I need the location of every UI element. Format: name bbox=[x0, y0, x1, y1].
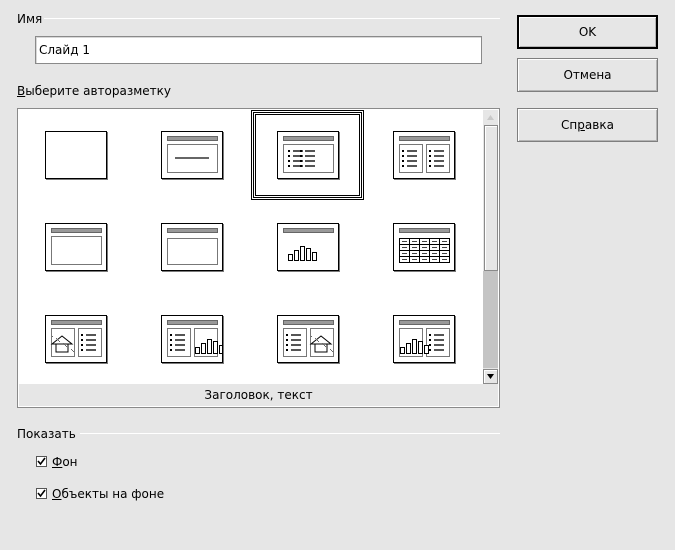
layout-tile[interactable] bbox=[161, 131, 223, 179]
layout-tile[interactable] bbox=[393, 315, 455, 363]
layout-label-accel: В bbox=[17, 84, 26, 98]
title-clipart-text-layout-icon bbox=[50, 320, 102, 357]
objects-label-text: бъекты на фоне bbox=[61, 487, 165, 501]
help-accel: р bbox=[577, 118, 585, 132]
layout-label-text: ыберите авторазметку bbox=[25, 84, 171, 98]
title-layout-icon bbox=[167, 136, 218, 173]
layout-tile[interactable] bbox=[45, 315, 107, 363]
background-objects-checkbox[interactable] bbox=[36, 488, 47, 499]
layout-tile[interactable] bbox=[161, 315, 224, 363]
layout-scrollbar[interactable] bbox=[483, 110, 498, 384]
show-group-separator bbox=[80, 433, 500, 434]
background-accel: Ф bbox=[52, 455, 63, 469]
scroll-up-button[interactable] bbox=[483, 110, 498, 125]
background-checkbox-label[interactable]: Фон bbox=[52, 455, 78, 469]
layout-group-label: Выберите авторазметку bbox=[17, 84, 171, 98]
title-2-content-layout-icon bbox=[399, 136, 450, 173]
layout-tile[interactable] bbox=[161, 223, 223, 271]
title-only-layout-icon bbox=[51, 228, 102, 265]
blank-layout-icon bbox=[46, 132, 106, 178]
help-label-pre: Сп bbox=[561, 118, 578, 132]
arrow-up-icon bbox=[487, 115, 494, 120]
name-group-separator bbox=[44, 18, 500, 19]
layout-grid bbox=[18, 109, 484, 385]
layout-tile[interactable] bbox=[277, 315, 339, 363]
scroll-track[interactable] bbox=[483, 271, 498, 368]
title-text-chart-layout-icon bbox=[167, 320, 224, 357]
layout-tile[interactable] bbox=[45, 131, 107, 179]
title-content-layout-icon bbox=[283, 136, 334, 173]
ok-button[interactable]: OK bbox=[517, 15, 658, 49]
help-label-post: авка bbox=[584, 118, 614, 132]
checkmark-icon bbox=[37, 489, 46, 498]
layout-tile[interactable] bbox=[393, 223, 455, 271]
name-group-label: Имя bbox=[17, 12, 43, 26]
slide-name-input[interactable]: Слайд 1 bbox=[35, 36, 482, 64]
background-label-text: он bbox=[62, 455, 78, 469]
title-chart-text-layout-icon bbox=[399, 320, 450, 357]
layout-chooser[interactable]: Заголовок, текст bbox=[17, 108, 500, 408]
checkmark-icon bbox=[37, 457, 46, 466]
arrow-down-icon bbox=[487, 374, 494, 379]
background-checkbox[interactable] bbox=[36, 456, 47, 467]
centered-text-layout-icon bbox=[167, 228, 218, 265]
layout-tile[interactable] bbox=[393, 131, 455, 179]
scroll-down-button[interactable] bbox=[483, 369, 498, 384]
background-objects-checkbox-label[interactable]: Объекты на фоне bbox=[52, 487, 164, 501]
selected-layout-caption: Заголовок, текст bbox=[19, 384, 498, 406]
layout-tile[interactable] bbox=[277, 131, 339, 179]
title-chart-layout-icon bbox=[283, 228, 334, 261]
scroll-thumb[interactable] bbox=[484, 125, 498, 271]
show-group-label: Показать bbox=[17, 427, 76, 441]
cancel-button[interactable]: Отмена bbox=[517, 58, 658, 92]
help-button[interactable]: Справка bbox=[517, 108, 658, 142]
layout-tile[interactable] bbox=[45, 223, 107, 271]
layout-tile[interactable] bbox=[277, 223, 339, 271]
title-text-clipart-layout-icon bbox=[283, 320, 334, 357]
title-table-layout-icon bbox=[399, 228, 450, 263]
